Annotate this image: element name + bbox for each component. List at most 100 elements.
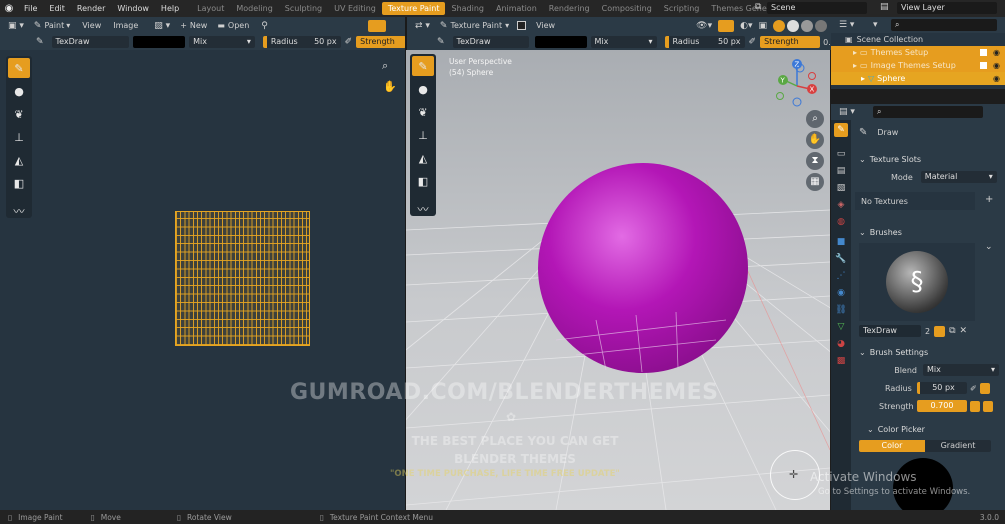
outliner-type-icon[interactable]: ☰ ▾	[839, 20, 854, 30]
zoom-icon[interactable]: ⌕	[382, 59, 388, 73]
open-image-button[interactable]: ▬ Open	[217, 21, 249, 30]
tool-tab-icon[interactable]: ✎	[834, 123, 848, 137]
brush-user-count[interactable]: 2	[925, 327, 930, 336]
xray-toggle[interactable]: ▣	[758, 21, 767, 31]
menu-edit[interactable]: Edit	[43, 4, 71, 13]
modifier-tab-icon[interactable]: 🔧	[834, 252, 848, 266]
particles-tab-icon[interactable]: ⋰	[834, 269, 848, 283]
unlink-brush-icon[interactable]: ✕	[960, 326, 968, 336]
add-texture-button[interactable]: +	[985, 194, 993, 205]
data-tab-icon[interactable]: ▽	[834, 320, 848, 334]
viewport-editor-type-icon[interactable]: ⇄ ▾	[415, 21, 430, 31]
outliner-item-themes-setup[interactable]: ▸ ▭ Themes Setup ◉	[831, 46, 1005, 59]
menu-file[interactable]: File	[18, 4, 43, 13]
viewport-menu-view[interactable]: View	[536, 21, 555, 30]
scene-tab-icon[interactable]: ◈	[834, 198, 848, 212]
menu-view[interactable]: View	[82, 21, 101, 30]
tab-shading[interactable]: Shading	[445, 2, 490, 15]
viewport-blend-dropdown[interactable]: Mix ▾	[590, 36, 657, 48]
object-tab-icon[interactable]: ■	[834, 235, 848, 249]
navigation-gizmo[interactable]: Z X Y	[772, 56, 822, 112]
menu-help[interactable]: Help	[155, 4, 185, 13]
tab-animation[interactable]: Animation	[490, 2, 543, 15]
radius-field[interactable]: Radius 50 px	[262, 36, 341, 48]
blender-logo-icon[interactable]: ◉	[0, 3, 18, 14]
physics-tab-icon[interactable]: ◉	[834, 286, 848, 300]
outliner-search-input[interactable]: ⌕	[891, 19, 997, 31]
outliner-item-image-themes-setup[interactable]: ▸ ▭ Image Themes Setup ◉	[831, 59, 1005, 72]
vp-pan-button[interactable]: ✋	[806, 131, 824, 149]
menu-image[interactable]: Image	[113, 21, 138, 30]
exclude-checkbox[interactable]	[980, 49, 988, 56]
tab-compositing[interactable]: Compositing	[596, 2, 658, 15]
texture-paint-mode-dropdown[interactable]: ✎ Texture Paint ▾	[440, 21, 509, 31]
render-tab-icon[interactable]: ▭	[834, 147, 848, 161]
rendered-shading-button[interactable]	[815, 19, 827, 32]
viewport-strength-value-cut[interactable]: 0.	[823, 38, 831, 47]
color-picker-panel-header[interactable]: ⌄ Color Picker	[855, 421, 1001, 437]
brush-preview[interactable]: §	[859, 243, 975, 321]
visibility-eye-icon[interactable]: ◉	[993, 48, 1000, 57]
pin-icon[interactable]: ⚲	[261, 21, 268, 31]
gradient-tab[interactable]: Gradient	[925, 440, 991, 452]
brush-datablock-name[interactable]: TexDraw	[859, 325, 921, 337]
new-image-button[interactable]: + New	[180, 21, 207, 30]
view-layer-tab-icon[interactable]: ▧	[834, 181, 848, 195]
color-tab[interactable]: Color	[859, 440, 925, 452]
output-tab-icon[interactable]: ▤	[834, 164, 848, 178]
gizmo-toggle[interactable]	[718, 19, 735, 32]
duplicate-brush-icon[interactable]: ⧉	[949, 326, 955, 336]
radius-pressure-icon[interactable]: ✐	[970, 384, 977, 393]
brush-icon[interactable]: ✎	[36, 37, 44, 47]
menu-window[interactable]: Window	[111, 4, 155, 13]
tab-layout[interactable]: Layout	[191, 2, 230, 15]
sphere-object[interactable]	[538, 163, 748, 373]
tab-sculpting[interactable]: Sculpting	[279, 2, 328, 15]
fill-tool-button[interactable]: ◭	[8, 150, 30, 170]
strength-pressure-icon[interactable]	[970, 400, 980, 412]
fake-user-shield-icon[interactable]	[934, 325, 946, 337]
soften-tool-button[interactable]: ●	[8, 81, 30, 101]
strength-lock-icon[interactable]	[983, 400, 993, 412]
image-editor-area[interactable]: ✎ ● ❦ ⊥ ◭ ◧ 〰 ⌕ ✋	[0, 50, 406, 510]
visibility-eye-icon[interactable]: ◉	[993, 61, 1000, 70]
overlays-toggle[interactable]: ◐▾	[740, 21, 752, 31]
material-shading-button[interactable]	[801, 19, 813, 32]
draw-tool-button[interactable]: ✎	[8, 58, 30, 78]
pressure-radius-icon[interactable]: ✐	[345, 37, 353, 47]
paint-mode-dropdown[interactable]: ✎ Paint ▾	[34, 21, 70, 31]
tab-modeling[interactable]: Modeling	[230, 2, 278, 15]
brush-strength-field[interactable]: 0.700	[917, 400, 967, 412]
tab-uv-editing[interactable]: UV Editing	[328, 2, 382, 15]
brush-preview-dropdown-icon[interactable]: ⌄	[985, 242, 993, 252]
annotate-tool-button[interactable]: 〰	[8, 201, 30, 221]
vp-smear-tool-button[interactable]: ❦	[412, 102, 434, 122]
solid-shading-button[interactable]	[787, 19, 799, 32]
tab-texture-paint[interactable]: Texture Paint	[381, 2, 446, 15]
texture-slots-panel-header[interactable]: ⌄ Texture Slots	[855, 151, 1001, 167]
brush-radius-field[interactable]: 50 px	[917, 382, 967, 394]
scene-icon[interactable]: ⧉	[755, 2, 761, 12]
viewport-brush-icon[interactable]: ✎	[437, 37, 445, 47]
mask-tool-button[interactable]: ◧	[8, 173, 30, 193]
hand-pan-icon[interactable]: ✋	[383, 80, 397, 93]
brush-settings-panel-header[interactable]: ⌄ Brush Settings	[855, 344, 1001, 360]
vp-grid-button[interactable]: ▦	[806, 173, 824, 191]
smear-tool-button[interactable]: ❦	[8, 104, 30, 124]
strength-field[interactable]: Strength	[356, 36, 406, 48]
outliner-filter-icon[interactable]: ▾	[873, 20, 878, 30]
material-tab-icon[interactable]: ◕	[834, 337, 848, 351]
vp-fill-tool-button[interactable]: ◭	[412, 148, 434, 168]
brush-name-field[interactable]: TexDraw	[51, 36, 130, 48]
vp-mask-tool-button[interactable]: ◧	[412, 171, 434, 191]
tab-scripting[interactable]: Scripting	[658, 2, 706, 15]
viewport-brush-name-field[interactable]: TexDraw	[452, 36, 529, 48]
vp-soften-tool-button[interactable]: ●	[412, 79, 434, 99]
visibility-eye-icon[interactable]: ◉	[993, 74, 1000, 83]
blend-dropdown[interactable]: Mix ▾	[189, 36, 255, 48]
viewport-radius-field[interactable]: Radius 50 px	[664, 36, 745, 48]
brushes-panel-header[interactable]: ⌄ Brushes	[855, 224, 1001, 240]
constraints-tab-icon[interactable]: ⛓	[834, 303, 848, 317]
wireframe-shading-button[interactable]	[773, 19, 785, 32]
view-object-types-icon[interactable]: 👁▾	[696, 21, 712, 31]
